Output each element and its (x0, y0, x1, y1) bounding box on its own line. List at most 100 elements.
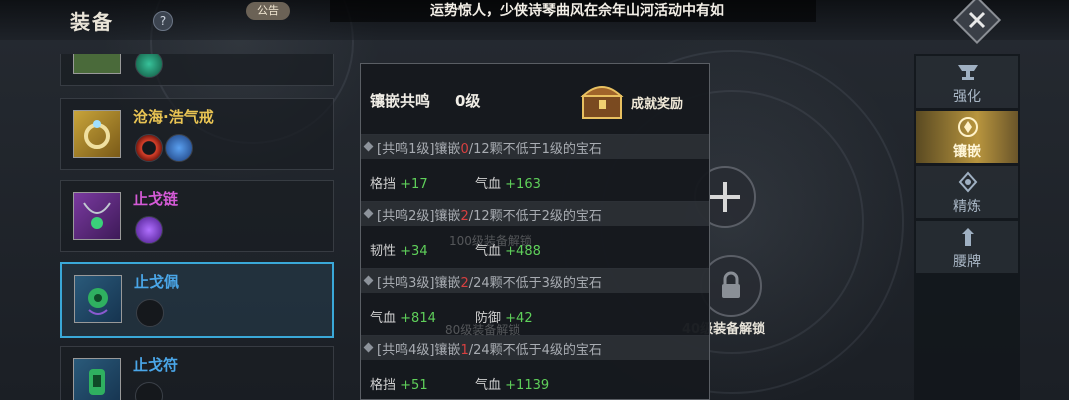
diamond-bullet-icon (363, 275, 374, 286)
tier-req: /24颗不低于4级的宝石 (468, 343, 602, 358)
stat: 气血 +163 (475, 173, 541, 192)
tier-req: /12颗不低于2级的宝石 (468, 209, 602, 224)
treasure-chest-icon[interactable] (573, 68, 635, 130)
tier-name: [共鸣4级] (377, 343, 435, 358)
stat-label: 格挡 (370, 378, 397, 393)
lock-icon (722, 271, 740, 298)
tier-requirement: [共鸣3级]镶嵌2/24颗不低于3级的宝石 (377, 272, 602, 291)
tier-current: 2 (460, 276, 469, 291)
stat-value: +1139 (505, 378, 550, 393)
top-bar: 装备 ? 公告 运势惊人，少侠诗琴曲风在佘年山河活动中有如 (0, 0, 1069, 45)
equipment-name: 止戈佩 (134, 273, 180, 291)
resonance-tier: [共鸣4级]镶嵌1/24颗不低于4级的宝石 格挡 +51 气血 +1139 (361, 335, 709, 399)
stat-label: 格挡 (370, 177, 397, 192)
jade-beads-icon (73, 54, 121, 74)
equipment-row-selected[interactable]: 止戈佩 (60, 262, 334, 338)
stat: 格挡 +17 (370, 173, 428, 192)
equipment-name: 止戈链 (133, 190, 179, 208)
marquee-text: 运势惊人，少侠诗琴曲风在佘年山河活动中有如 (430, 3, 724, 19)
equipment-list[interactable]: 沧海·浩气戒 止戈链 止戈佩 止戈符 (52, 54, 344, 400)
equipment-name: 沧海·浩气戒 (133, 108, 214, 126)
tier-prefix: 镶嵌 (434, 276, 461, 291)
ring-icon (73, 110, 121, 158)
stat-label: 气血 (475, 378, 502, 393)
tier-name: [共鸣3级] (377, 276, 435, 291)
popup-level: 0级 (455, 92, 481, 110)
tier-requirement: [共鸣4级]镶嵌1/24颗不低于4级的宝石 (377, 339, 602, 358)
empty-gem-slot[interactable] (136, 299, 164, 327)
stat: 韧性 +34 (370, 240, 428, 259)
unlock-100-label: 100级装备解锁 (449, 234, 532, 248)
tier-requirement: [共鸣2级]镶嵌2/12颗不低于2级的宝石 (377, 205, 602, 224)
tier-prefix: 镶嵌 (434, 343, 461, 358)
notice-tag[interactable]: 公告 (246, 2, 290, 20)
tier-prefix: 镶嵌 (434, 209, 461, 224)
diamond-bullet-icon (363, 342, 374, 353)
tab-label: 镶嵌 (953, 144, 981, 160)
tier-header: [共鸣2级]镶嵌2/12颗不低于2级的宝石 (361, 202, 709, 226)
equipment-row[interactable] (60, 54, 334, 86)
resonance-tier: [共鸣2级]镶嵌2/12颗不低于2级的宝石 韧性 +34 气血 +488 (361, 201, 709, 269)
equipment-row[interactable]: 止戈链 (60, 180, 334, 252)
stat: 气血 +814 (370, 307, 436, 326)
stat-value: +163 (505, 177, 541, 192)
tier-name: [共鸣1级] (377, 142, 435, 157)
purple-gem-icon[interactable] (135, 216, 163, 244)
talisman-icon (73, 358, 121, 400)
stat: 格挡 +51 (370, 374, 428, 393)
stat-value: +51 (400, 378, 428, 393)
equipment-row[interactable]: 止戈符 (60, 346, 334, 400)
tab-refine[interactable]: 精炼 (916, 166, 1018, 219)
tab-label: 腰牌 (953, 254, 981, 270)
pendant-icon (74, 275, 122, 323)
resonance-tier: [共鸣1级]镶嵌0/12颗不低于1级的宝石 格挡 +17 气血 +163 (361, 134, 709, 202)
tier-header: [共鸣1级]镶嵌0/12颗不低于1级的宝石 (361, 135, 709, 159)
empty-gem-slot[interactable] (135, 382, 163, 400)
tier-current: 0 (460, 142, 469, 157)
popup-title: 镶嵌共鸣 (370, 92, 431, 110)
achievement-reward-label[interactable]: 成就奖励 (631, 93, 683, 112)
stat-label: 气血 (475, 177, 502, 192)
equipment-row[interactable]: 沧海·浩气戒 (60, 98, 334, 170)
tab-label: 精炼 (953, 199, 981, 215)
close-icon (968, 11, 986, 29)
tier-req: /12颗不低于1级的宝石 (468, 142, 602, 157)
resonance-tier: [共鸣3级]镶嵌2/24颗不低于3级的宝石 气血 +814 防御 +42 (361, 268, 709, 336)
tier-prefix: 镶嵌 (434, 142, 461, 157)
tier-current: 1 (460, 343, 469, 358)
tab-enhance[interactable]: 强化 (916, 56, 1018, 109)
close-button[interactable] (952, 0, 1002, 45)
tab-waist-badge[interactable]: 腰牌 (916, 221, 1018, 274)
popup-header: 镶嵌共鸣 0级 成就奖励 (361, 64, 709, 134)
diamond-bullet-icon (363, 208, 374, 219)
anvil-icon (958, 65, 978, 80)
tier-header: [共鸣3级]镶嵌2/24颗不低于3级的宝石 (361, 269, 709, 293)
help-icon[interactable]: ? (153, 11, 173, 31)
stat-value: +17 (400, 177, 428, 192)
necklace-icon (73, 192, 121, 240)
stat-value: +814 (400, 311, 436, 326)
tab-label: 强化 (953, 89, 981, 105)
blue-vase-gem-icon[interactable] (165, 134, 193, 162)
tier-requirement: [共鸣1级]镶嵌0/12颗不低于1级的宝石 (377, 138, 602, 157)
tab-inlay[interactable]: 镶嵌 (916, 111, 1018, 164)
diamond-bullet-icon (363, 141, 374, 152)
resonance-popup: 镶嵌共鸣 0级 成就奖励 [共鸣1级]镶嵌0/12颗不低于1级的宝石 格挡 +1… (360, 63, 710, 400)
tier-header: [共鸣4级]镶嵌1/24颗不低于4级的宝石 (361, 336, 709, 360)
stat-label: 韧性 (370, 244, 397, 259)
stat-value: +34 (400, 244, 428, 259)
function-tabs: 强化 镶嵌 精炼 腰牌 (914, 54, 1020, 400)
equipment-name: 止戈符 (133, 356, 179, 374)
refine-icon (958, 171, 978, 193)
announcement-marquee: 运势惊人，少侠诗琴曲风在佘年山河活动中有如 (330, 0, 816, 22)
green-dragon-gem-icon[interactable] (135, 54, 163, 78)
gem-inlay-icon (958, 117, 978, 137)
tier-req: /24颗不低于3级的宝石 (468, 276, 602, 291)
tier-name: [共鸣2级] (377, 209, 435, 224)
stat-label: 气血 (370, 311, 397, 326)
unlock-80-label: 80级装备解锁 (445, 323, 521, 337)
stat: 气血 +1139 (475, 374, 549, 393)
page-title: 装备 (70, 10, 114, 34)
red-ring-gem-icon[interactable] (135, 134, 163, 162)
tier-current: 2 (460, 209, 469, 224)
